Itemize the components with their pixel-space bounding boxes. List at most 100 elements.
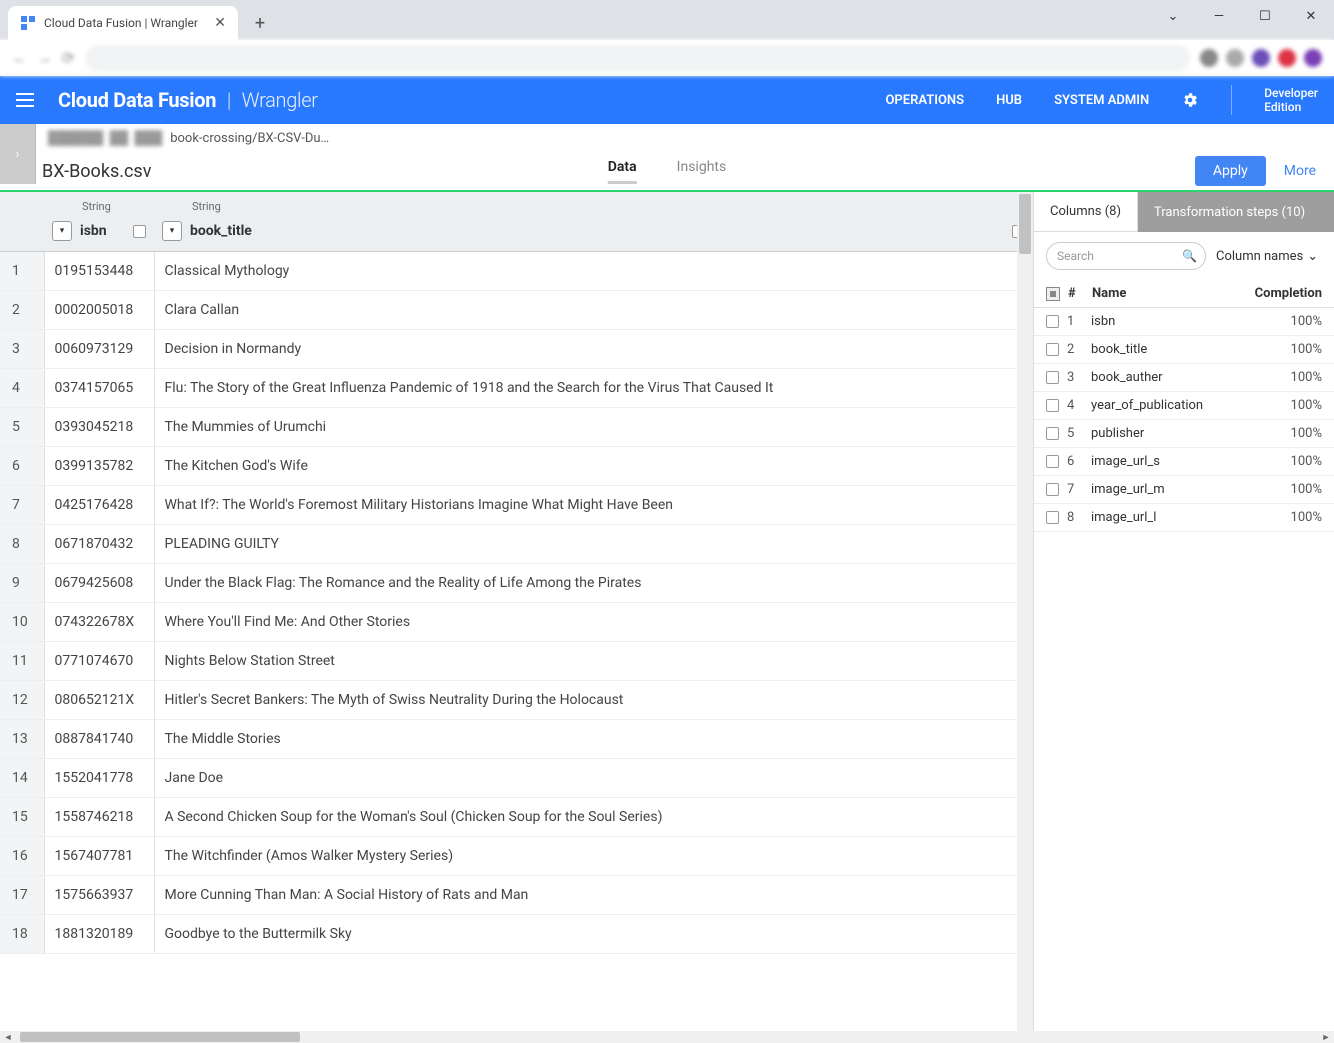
col-head-name: Name: [1092, 286, 1126, 301]
column-checkbox[interactable]: [1046, 315, 1059, 328]
minimize-button[interactable]: —: [1196, 0, 1242, 32]
back-icon[interactable]: ←: [12, 49, 27, 67]
cell-book-title: Decision in Normandy: [154, 330, 1033, 369]
tab-transformation-steps[interactable]: Transformation steps (10): [1138, 192, 1334, 232]
breadcrumb: › ██████ ██ ███ book-crossing/BX-CSV-Du…: [0, 124, 1334, 152]
select-all-checkbox[interactable]: [1046, 287, 1060, 301]
app-title: Cloud Data Fusion | Wrangler: [58, 88, 318, 112]
nav-hub[interactable]: HUB: [996, 93, 1022, 108]
table-row[interactable]: 110771074670Nights Below Station Street: [0, 642, 1033, 681]
column-list-row[interactable]: 2book_title100%: [1034, 336, 1334, 364]
col-name: image_url_m: [1091, 482, 1165, 497]
column-list-row[interactable]: 3book_auther100%: [1034, 364, 1334, 392]
row-number: 16: [0, 837, 44, 876]
nav-operations[interactable]: OPERATIONS: [885, 93, 964, 108]
column-list-row[interactable]: 5publisher100%: [1034, 420, 1334, 448]
column-list-row[interactable]: 6image_url_s100%: [1034, 448, 1334, 476]
new-tab-button[interactable]: +: [246, 9, 274, 37]
subheader: BX-Books.csv Data Insights Apply More: [0, 152, 1334, 192]
cell-book-title: Nights Below Station Street: [154, 642, 1033, 681]
header-nav: OPERATIONS HUB SYSTEM ADMIN Developer Ed…: [885, 85, 1318, 115]
cell-isbn: 1552041778: [44, 759, 154, 798]
horizontal-scrollbar[interactable]: ◄ ►: [0, 1031, 1334, 1043]
rownum-header: [0, 192, 44, 252]
column-checkbox[interactable]: [1046, 343, 1059, 356]
column-header-isbn: String ▾ isbn: [44, 192, 154, 252]
column-checkbox[interactable]: [1046, 511, 1059, 524]
col-completion: 100%: [1291, 482, 1322, 497]
cell-book-title: Under the Black Flag: The Romance and th…: [154, 564, 1033, 603]
window-controls: ⌄ — ☐ ✕: [1150, 0, 1334, 32]
tab-data[interactable]: Data: [608, 159, 637, 184]
column-list-row[interactable]: 1isbn100%: [1034, 308, 1334, 336]
col-name: book_auther: [1091, 370, 1163, 385]
table-row[interactable]: 171575663937More Cunning Than Man: A Soc…: [0, 876, 1033, 915]
table-row[interactable]: 60399135782The Kitchen God's Wife: [0, 447, 1033, 486]
nav-system-admin[interactable]: SYSTEM ADMIN: [1054, 93, 1149, 108]
col-name-isbn: isbn: [80, 223, 107, 239]
column-list-row[interactable]: 8image_url_l100%: [1034, 504, 1334, 532]
close-window-button[interactable]: ✕: [1288, 0, 1334, 32]
data-panel: String ▾ isbn String ▾: [0, 192, 1034, 1031]
browser-tab[interactable]: Cloud Data Fusion | Wrangler ✕: [8, 6, 238, 40]
cell-isbn: 0887841740: [44, 720, 154, 759]
col-name-book-title: book_title: [190, 223, 252, 239]
vertical-scrollbar[interactable]: [1017, 192, 1033, 1031]
column-checkbox[interactable]: [1046, 427, 1059, 440]
table-row[interactable]: 20002005018Clara Callan: [0, 291, 1033, 330]
row-number: 17: [0, 876, 44, 915]
column-header-book-title: String ▾ book_title: [154, 192, 1033, 252]
cell-book-title: The Kitchen God's Wife: [154, 447, 1033, 486]
column-list-row[interactable]: 4year_of_publication100%: [1034, 392, 1334, 420]
col-completion: 100%: [1291, 370, 1322, 385]
close-icon[interactable]: ✕: [214, 15, 226, 31]
tab-insights[interactable]: Insights: [677, 159, 727, 184]
column-checkbox[interactable]: [133, 225, 146, 238]
column-checkbox[interactable]: [1046, 455, 1059, 468]
table-row[interactable]: 50393045218The Mummies of Urumchi: [0, 408, 1033, 447]
table-row[interactable]: 40374157065Flu: The Story of the Great I…: [0, 369, 1033, 408]
breadcrumb-path[interactable]: book-crossing/BX-CSV-Du…: [170, 131, 329, 146]
cell-isbn: 0679425608: [44, 564, 154, 603]
reload-icon[interactable]: ⟳: [62, 49, 75, 67]
forward-icon[interactable]: →: [37, 49, 52, 67]
column-list-row[interactable]: 7 image_url_m 100%: [1034, 476, 1334, 504]
overflow-icon[interactable]: ⌄: [1150, 0, 1196, 32]
cell-isbn: 0195153448: [44, 252, 154, 291]
table-row[interactable]: 151558746218A Second Chicken Soup for th…: [0, 798, 1033, 837]
url-input[interactable]: [85, 45, 1190, 71]
row-number: 15: [0, 798, 44, 837]
column-checkbox[interactable]: [1046, 483, 1059, 496]
maximize-button[interactable]: ☐: [1242, 0, 1288, 32]
column-checkbox[interactable]: [1046, 399, 1059, 412]
tab-title: Cloud Data Fusion | Wrangler: [44, 16, 198, 30]
hamburger-icon[interactable]: [16, 88, 40, 112]
table-row[interactable]: 10074322678XWhere You'll Find Me: And Ot…: [0, 603, 1033, 642]
table-row[interactable]: 141552041778Jane Doe: [0, 759, 1033, 798]
table-row[interactable]: 161567407781The Witchfinder (Amos Walker…: [0, 837, 1033, 876]
table-row[interactable]: 10195153448Classical Mythology: [0, 252, 1033, 291]
table-row[interactable]: 30060973129Decision in Normandy: [0, 330, 1033, 369]
search-input[interactable]: Search 🔍: [1046, 242, 1206, 270]
column-checkbox[interactable]: [1046, 371, 1059, 384]
table-row[interactable]: 80671870432PLEADING GUILTY: [0, 525, 1033, 564]
col-num: 7: [1067, 482, 1083, 497]
table-row[interactable]: 90679425608Under the Black Flag: The Rom…: [0, 564, 1033, 603]
column-list-header: # Name Completion: [1034, 280, 1334, 308]
tab-columns[interactable]: Columns (8): [1034, 192, 1138, 232]
section-name: Wrangler: [242, 88, 318, 112]
row-number: 3: [0, 330, 44, 369]
cell-isbn: 0399135782: [44, 447, 154, 486]
cell-isbn: 0771074670: [44, 642, 154, 681]
table-row[interactable]: 70425176428What If?: The World's Foremos…: [0, 486, 1033, 525]
column-names-filter[interactable]: Column names ⌄: [1216, 249, 1318, 264]
cell-book-title: The Mummies of Urumchi: [154, 408, 1033, 447]
more-link[interactable]: More: [1284, 163, 1316, 179]
gear-icon[interactable]: [1181, 91, 1199, 109]
apply-button[interactable]: Apply: [1195, 156, 1266, 186]
column-menu-icon[interactable]: ▾: [162, 221, 182, 241]
table-row[interactable]: 181881320189Goodbye to the Buttermilk Sk…: [0, 915, 1033, 954]
table-row[interactable]: 12080652121XHitler's Secret Bankers: The…: [0, 681, 1033, 720]
column-menu-icon[interactable]: ▾: [52, 221, 72, 241]
table-row[interactable]: 130887841740The Middle Stories: [0, 720, 1033, 759]
